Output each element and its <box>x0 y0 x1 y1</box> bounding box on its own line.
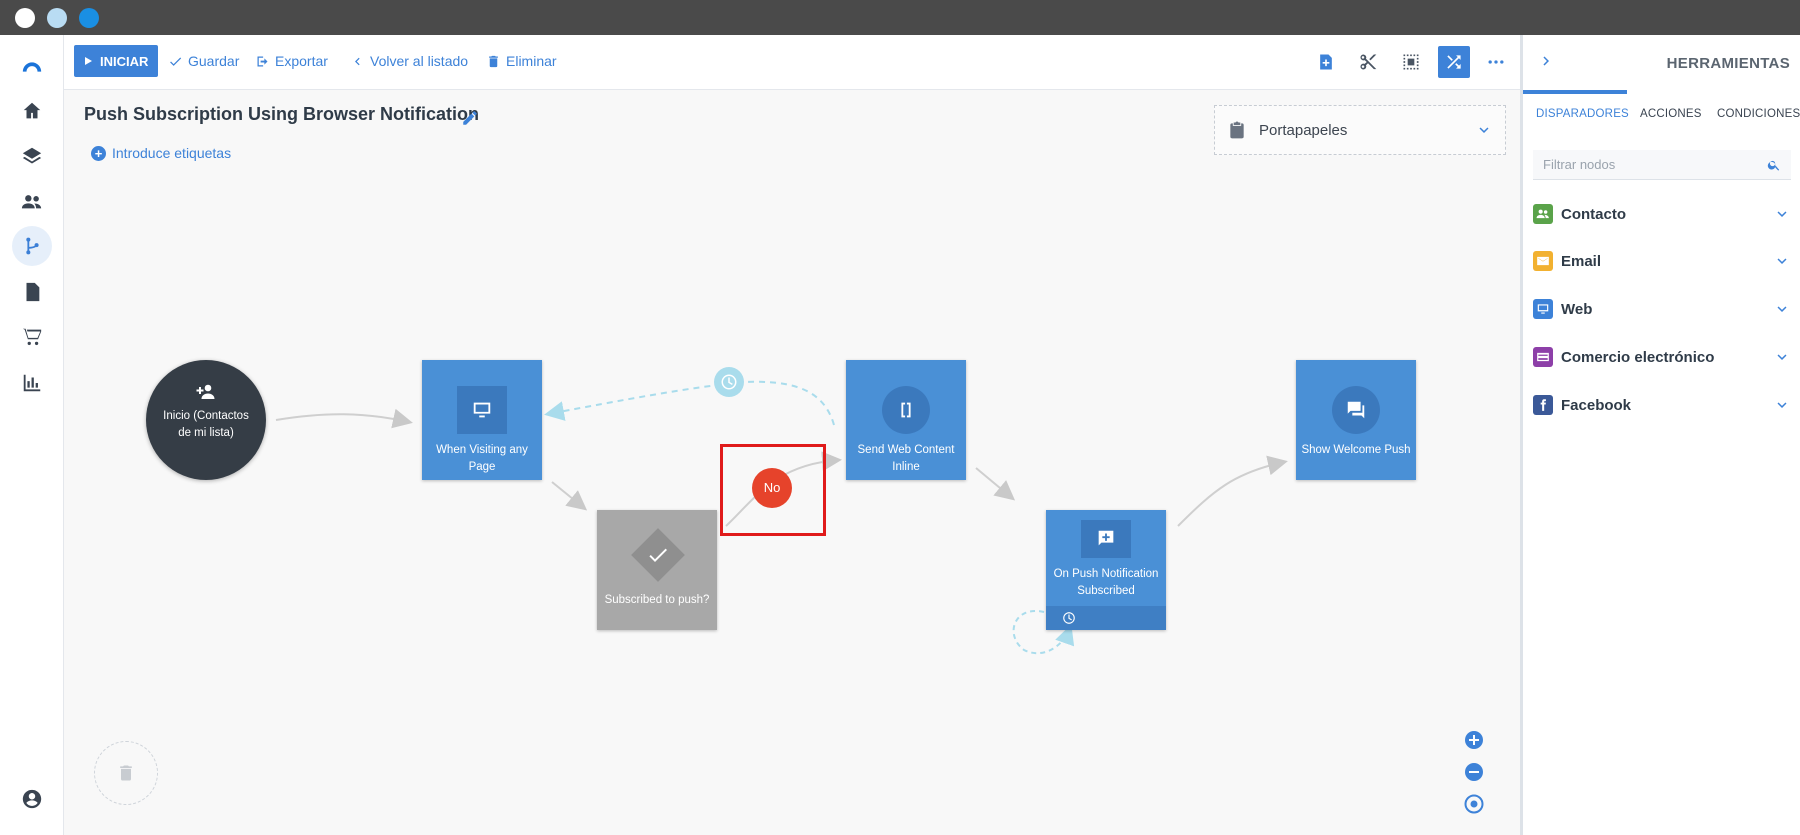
back-to-list-link[interactable]: Volver al listado <box>350 45 468 77</box>
cut-icon[interactable] <box>1352 46 1384 78</box>
chevron-down-icon <box>1777 402 1787 408</box>
check-icon <box>649 548 667 562</box>
delete-drop-zone[interactable] <box>94 741 158 805</box>
add-group-icon <box>196 384 215 399</box>
add-note-icon[interactable] <box>1310 46 1342 78</box>
layers-icon[interactable] <box>12 136 52 176</box>
export-button[interactable]: Exportar <box>255 45 328 77</box>
category-contact[interactable]: Contacto <box>1533 199 1791 229</box>
home-icon[interactable] <box>12 91 52 131</box>
save-button-label: Guardar <box>188 53 240 69</box>
more-options-icon[interactable] <box>1480 46 1512 78</box>
zoom-out-icon[interactable] <box>1464 762 1484 782</box>
user-account-icon[interactable] <box>12 779 52 819</box>
start-node-label: Inicio (Contactos de mi lista) <box>163 410 249 439</box>
category-label: Contacto <box>1561 205 1626 223</box>
automation-icon[interactable] <box>12 226 52 266</box>
card-icon <box>1533 347 1553 367</box>
people-icon <box>1533 204 1553 224</box>
edge-visiting-to-subscribed <box>551 481 588 511</box>
search-icon[interactable] <box>1767 158 1781 172</box>
start-button[interactable]: INICIAR <box>74 45 159 77</box>
action-node-send-web-label: Send Web Content Inline <box>857 444 955 473</box>
tools-panel: HERRAMIENTAS DISPARADORES ACCIONES CONDI… <box>1520 35 1800 835</box>
category-email[interactable]: Email <box>1533 246 1791 276</box>
main-sidebar <box>0 35 64 835</box>
facebook-icon <box>1533 395 1553 415</box>
delete-button-label: Eliminar <box>506 53 557 69</box>
action-node-welcome-push-label: Show Welcome Push <box>1301 444 1411 456</box>
node-filter-input[interactable] <box>1543 157 1767 172</box>
delete-button[interactable]: Eliminar <box>486 45 557 77</box>
node-timer-bar <box>1046 606 1166 630</box>
chevron-down-icon <box>1777 211 1787 217</box>
analytics-icon[interactable] <box>12 363 52 403</box>
node-filter <box>1533 150 1791 180</box>
document-icon[interactable] <box>12 272 52 312</box>
active-tab-indicator <box>1523 90 1627 94</box>
editor-toolbar: INICIAR Guardar Exportar Volver al lista… <box>64 35 1520 90</box>
tab-conditions[interactable]: CONDICIONES <box>1717 108 1800 120</box>
edge-start-to-visiting <box>275 408 413 429</box>
flow-canvas[interactable]: Push Subscription Using Browser Notifica… <box>64 90 1520 835</box>
trigger-node-on-push[interactable]: On Push Notification Subscribed <box>1046 510 1166 630</box>
category-facebook[interactable]: Facebook <box>1533 390 1791 420</box>
window-minimize-dot[interactable] <box>47 8 67 28</box>
trash-icon <box>120 765 132 781</box>
action-node-send-web[interactable]: Send Web Content Inline <box>846 360 966 480</box>
chevron-down-icon <box>1777 258 1787 264</box>
monitor-icon <box>1533 299 1553 319</box>
tab-triggers[interactable]: DISPARADORES <box>1536 108 1629 120</box>
select-area-icon[interactable] <box>1395 46 1427 78</box>
start-button-label: INICIAR <box>100 53 149 69</box>
back-to-list-label: Volver al listado <box>370 53 469 69</box>
tab-actions[interactable]: ACCIONES <box>1640 108 1702 120</box>
export-button-label: Exportar <box>275 53 328 69</box>
center-view-icon[interactable] <box>1464 794 1484 814</box>
zoom-in-icon[interactable] <box>1464 730 1484 750</box>
window-close-dot[interactable] <box>15 8 35 28</box>
condition-node-subscribed-label: Subscribed to push? <box>604 594 710 606</box>
trigger-node-visiting-label: When Visiting any Page <box>436 444 528 473</box>
chevron-down-icon <box>1777 354 1787 360</box>
trigger-node-on-push-label: On Push Notification Subscribed <box>1053 568 1159 597</box>
shuffle-icon[interactable] <box>1438 46 1470 78</box>
tools-panel-title: HERRAMIENTAS <box>1666 55 1790 72</box>
category-label: Comercio electrónico <box>1561 348 1715 366</box>
action-node-welcome-push[interactable]: Show Welcome Push <box>1296 360 1416 480</box>
cart-icon[interactable] <box>12 317 52 357</box>
edge-on-push-to-welcome <box>1177 455 1288 527</box>
check-icon <box>170 57 182 66</box>
mail-icon <box>1533 251 1553 271</box>
save-button[interactable]: Guardar <box>168 45 239 77</box>
add-comment-icon <box>1081 520 1131 558</box>
export-icon <box>257 56 268 66</box>
window-titlebar <box>0 0 1800 35</box>
highlight-box <box>720 444 826 536</box>
play-icon <box>85 57 92 65</box>
category-label: Facebook <box>1561 396 1632 414</box>
condition-node-subscribed[interactable]: Subscribed to push? <box>597 510 717 630</box>
category-label: Web <box>1561 300 1593 318</box>
edge-send-web-to-on-push <box>975 467 1016 501</box>
contacts-icon[interactable] <box>12 182 52 222</box>
edge-send-web-to-visiting-dashed <box>544 380 835 426</box>
category-label: Email <box>1561 252 1602 270</box>
trash-icon <box>489 55 498 67</box>
chevron-down-icon <box>1777 306 1787 312</box>
clock-icon <box>1063 612 1075 624</box>
category-web[interactable]: Web <box>1533 294 1791 324</box>
start-node[interactable]: Inicio (Contactos de mi lista) <box>146 360 266 480</box>
monitor-icon <box>457 386 507 434</box>
code-brackets-icon <box>882 386 930 434</box>
chat-icon <box>1332 386 1380 434</box>
window-maximize-dot[interactable] <box>79 8 99 28</box>
chevron-left-icon <box>355 57 360 65</box>
category-ecommerce[interactable]: Comercio electrónico <box>1533 342 1791 372</box>
trigger-node-visiting[interactable]: When Visiting any Page <box>422 360 542 480</box>
collapse-panel-icon[interactable] <box>1537 52 1555 70</box>
wait-timer-icon[interactable] <box>714 367 744 397</box>
logo-icon[interactable] <box>12 47 52 87</box>
